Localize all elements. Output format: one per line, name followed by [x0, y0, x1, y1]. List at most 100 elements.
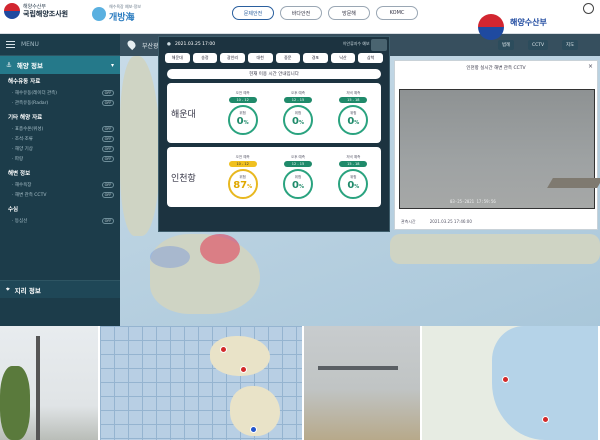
map-pin-icon [250, 426, 257, 433]
gauge-ring: 위험 87% [227, 169, 258, 199]
group-beach: 해변 정보 · 해수욕장 OFF · 해변 관측 CCTV OFF [0, 166, 120, 202]
gauge-time: 12 - 15 [283, 161, 312, 167]
group-current: 해수유동 자료 · 해수유동(레이더 관측) OFF · 관측유동(Radar) O… [0, 74, 120, 110]
close-icon[interactable]: × [588, 64, 594, 70]
cctv-footer: 관측시간 2021.03.25 17:46:00 [401, 219, 472, 225]
menu-toggle[interactable]: MENU [0, 34, 120, 56]
layer-label: · 해양 기상 [12, 146, 33, 152]
layer-toggle[interactable]: OFF [102, 181, 114, 188]
map-pin-icon [240, 366, 247, 373]
beach-tab[interactable]: 해운대 [165, 53, 190, 63]
gauge-sub: 저녁 예측 [346, 155, 361, 159]
nav-tab-1[interactable]: 바다안전 [280, 6, 322, 20]
layer-item[interactable]: · 파랑 OFF [8, 154, 114, 163]
agency-name: 국립해양조사원 [23, 10, 69, 18]
layer-label: · 해변 관측 CCTV [12, 192, 47, 198]
beach-tab[interactable]: 광안리 [220, 53, 245, 63]
wave-logo-icon [92, 6, 106, 21]
gauge-value: 0% [236, 116, 249, 127]
gauge-time: 15 - 18 [339, 97, 368, 103]
gauge-ring: 위험 0% [282, 105, 313, 135]
panel-close-button[interactable] [371, 39, 387, 51]
chevron-down-icon: ▾ [110, 61, 114, 69]
gauge-ring: 위험 0% [227, 105, 258, 135]
group-title: 해변 정보 [8, 171, 31, 177]
layer-label: · 해수유동(레이더 관측) [12, 90, 58, 96]
layer-toggle[interactable]: OFF [102, 217, 114, 224]
layer-toggle[interactable]: OFF [102, 145, 114, 152]
layer-toggle[interactable]: OFF [102, 191, 114, 198]
map-button[interactable]: 지도 [562, 40, 579, 50]
taegeuk-emblem-icon [4, 3, 20, 19]
gauge-ring: 위험 0% [282, 169, 313, 199]
tree-shape [0, 366, 30, 440]
layer-label: · 등심선 [12, 218, 28, 224]
layer-label: · 해수욕장 [12, 182, 32, 188]
beach-card-haeundae[interactable]: 해운대 오전 예측 10 - 12 위험 0% 오후 예측 12 - 15 위험… [167, 83, 381, 143]
section-title: 지리 정보 [14, 286, 41, 295]
gauge-value: 0% [291, 116, 304, 127]
gauge-time: 10 - 12 [228, 161, 257, 167]
pole-shape [36, 336, 40, 440]
map-landmass [390, 234, 600, 264]
layer-toggle[interactable]: OFF [102, 89, 114, 96]
gauge-time: 12 - 15 [283, 97, 312, 103]
layer-label: · 표층수온(위성) [12, 126, 44, 132]
gauge-value: 0% [291, 180, 304, 191]
gauge-time: 15 - 18 [339, 161, 368, 167]
layer-toggle[interactable]: OFF [102, 155, 114, 162]
gauge-sub: 오전 예측 [235, 91, 250, 95]
pier-shape [318, 366, 398, 370]
beach-card-incheon[interactable]: 인천항 오전 예측 10 - 12 위험 87% 오후 예측 12 - 15 위… [167, 147, 381, 207]
layer-item[interactable]: · 해수유동(레이더 관측) OFF [8, 88, 114, 97]
group-title: 기타 해양 자료 [8, 115, 43, 121]
agency-logo[interactable]: 해양수산부 국립해양조사원 [4, 3, 68, 19]
layer-toggle[interactable]: OFF [102, 135, 114, 142]
risk-gauge: 오전 예측 10 - 12 위험 0% [221, 91, 265, 135]
nav-tab-0[interactable]: 문제안전 [232, 6, 274, 20]
gauge-time: 10 - 12 [228, 97, 257, 103]
beach-tab[interactable]: 중문 [275, 53, 301, 63]
layer-item[interactable]: · 등심선 OFF [8, 216, 114, 225]
gauge-value: 0% [347, 180, 360, 191]
beach-tab[interactable]: 경포 [303, 53, 328, 63]
layer-toggle[interactable]: OFF [102, 99, 114, 106]
beach-tab[interactable]: 송정 [192, 53, 218, 63]
section-geo-info[interactable]: ⌖ 지리 정보 [0, 280, 120, 298]
layer-item[interactable]: · 해수욕장 OFF [8, 180, 114, 189]
layer-item[interactable]: · 조석·조류 OFF [8, 134, 114, 143]
beach-tab[interactable]: 삼척 [358, 53, 383, 63]
section-ocean-info[interactable]: ⚓ 해양 정보 ▾ [0, 56, 120, 74]
legend-button[interactable]: 범례 [498, 40, 515, 50]
cctv-timestamp-overlay: 03-25-2021 17:59:56 [450, 199, 496, 204]
risk-gauge: 오후 예측 12 - 15 위험 0% [276, 91, 320, 135]
cctv-button[interactable]: CCTV [528, 40, 549, 50]
sidebar: MENU ⚓ 해양 정보 ▾ 해수유동 자료 · 해수유동(레이더 관측) OFF… [0, 34, 120, 326]
group-depth: 수심 · 등심선 OFF [0, 202, 120, 228]
map-pin-icon [220, 346, 227, 353]
group-title: 해수유동 자료 [8, 79, 41, 85]
beach-tab[interactable]: 대천 [247, 53, 273, 63]
photo-shore-pole [0, 326, 98, 440]
layer-item[interactable]: · 해변 관측 CCTV OFF [8, 190, 114, 199]
photo-chart-map [100, 326, 302, 440]
service-logo[interactable]: 해수욕장 예보·정보 개방海 [92, 4, 141, 23]
layer-item[interactable]: · 관측유동(Radar) OFF [8, 98, 114, 107]
map-overlay-blob [200, 234, 240, 264]
cctv-video[interactable]: 03-25-2021 17:59:56 [399, 89, 600, 209]
layer-label: · 관측유동(Radar) [12, 100, 49, 106]
beach-name: 해운대 [171, 109, 196, 120]
app-root: 해양수산부 국립해양조사원 해수욕장 예보·정보 개방海 문제안전 바다안전 방… [0, 0, 600, 440]
nav-tab-2[interactable]: 방문해 [328, 6, 370, 20]
layer-item[interactable]: · 표층수온(위성) OFF [8, 124, 114, 133]
risk-gauge: 저녁 예측 15 - 18 위험 0% [331, 155, 375, 199]
service-name: 개방海 [109, 13, 135, 23]
layer-label: · 파랑 [12, 156, 24, 162]
globe-icon[interactable] [583, 3, 594, 14]
gauge-sub: 오후 예측 [290, 91, 305, 95]
nav-tab-3[interactable]: KOMC [376, 6, 418, 20]
gauge-row: 오전 예측 10 - 12 위험 87% 오후 예측 12 - 15 위험 0% [215, 155, 381, 199]
layer-item[interactable]: · 해양 기상 OFF [8, 144, 114, 153]
layer-toggle[interactable]: OFF [102, 125, 114, 132]
beach-tab[interactable]: 낙산 [330, 53, 356, 63]
